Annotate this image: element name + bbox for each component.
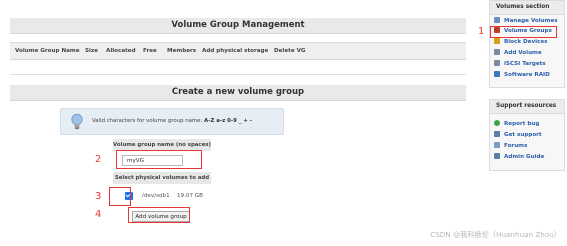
- pv-device: /dev/sdb1: [142, 193, 170, 199]
- vg-management-title: Volume Group Management: [10, 18, 466, 34]
- col-vg-name: Volume Group Name: [15, 48, 80, 54]
- marker-2: 2: [95, 154, 102, 165]
- vg-table-header: Volume Group Name Size Allocated Free Me…: [10, 42, 466, 60]
- col-free: Free: [143, 48, 157, 54]
- info-banner: Valid characters for volume group name: …: [60, 108, 284, 135]
- col-allocated: Allocated: [106, 48, 136, 54]
- watermark: CSDN @我科绝伦（Huanhuan Zhou）: [430, 230, 561, 239]
- sidebar-item-admin-guide[interactable]: Admin Guide: [494, 153, 544, 162]
- col-add-storage: Add physical storage: [202, 48, 269, 54]
- main-content: Volume Group Management Volume Group Nam…: [0, 0, 478, 246]
- sidebar-item-label: Admin Guide: [504, 154, 545, 160]
- col-delete-vg: Delete VG: [274, 48, 306, 54]
- raid-icon: [494, 71, 500, 77]
- lightbulb-icon: [71, 113, 83, 130]
- highlight-checkbox: [109, 187, 131, 206]
- support-section-title: Support resources: [490, 100, 564, 114]
- volumes-icon: [494, 17, 500, 23]
- sidebar-item-forums[interactable]: Forums: [494, 142, 527, 151]
- sidebar-item-label: Manage Volumes: [504, 18, 558, 24]
- col-members: Members: [167, 48, 197, 54]
- sidebar-item-label: Get support: [504, 132, 542, 138]
- sidebar-item-label: Forums: [504, 143, 528, 149]
- sidebar-item-label: Software RAID: [504, 72, 550, 78]
- highlight-name-input: [116, 150, 202, 169]
- sidebar-item-label: Report bug: [504, 121, 540, 127]
- support-icon: [494, 131, 500, 137]
- forums-icon: [494, 142, 500, 148]
- sidebar-item-block-devices[interactable]: Block Devices: [494, 38, 547, 47]
- guide-icon: [494, 153, 500, 159]
- volumes-section: Volumes section Manage Volumes Volume Gr…: [489, 0, 565, 88]
- sidebar-item-iscsi-targets[interactable]: iSCSI Targets: [494, 60, 546, 69]
- sidebar-item-label: iSCSI Targets: [504, 61, 546, 67]
- volumes-section-title: Volumes section: [490, 1, 564, 15]
- sidebar-item-manage-volumes[interactable]: Manage Volumes: [494, 17, 558, 26]
- create-vg-title: Create a new volume group: [10, 85, 466, 101]
- pv-size: 19.07 GB: [177, 193, 203, 199]
- col-size: Size: [85, 48, 98, 54]
- highlight-volume-groups: [490, 26, 557, 38]
- info-chars: A-Z a-z 0-9 _ + -: [204, 118, 252, 124]
- marker-1: 1: [478, 26, 485, 37]
- sidebar-item-software-raid[interactable]: Software RAID: [494, 71, 550, 80]
- sidebar: Volumes section Manage Volumes Volume Gr…: [489, 0, 567, 246]
- highlight-submit-button: [128, 207, 190, 223]
- info-text: Valid characters for volume group name: …: [92, 109, 252, 134]
- bug-icon: [494, 120, 500, 126]
- support-section: Support resources Report bug Get support…: [489, 99, 565, 171]
- sidebar-item-label: Block Devices: [504, 39, 548, 45]
- block-devices-icon: [494, 38, 500, 44]
- sidebar-item-label: Add Volume: [504, 50, 542, 56]
- pv-label: Select physical volumes to add: [113, 172, 211, 184]
- section-divider: [10, 74, 466, 75]
- info-prefix: Valid characters for volume group name:: [92, 118, 203, 124]
- sidebar-item-report-bug[interactable]: Report bug: [494, 120, 539, 129]
- marker-4: 4: [95, 209, 102, 220]
- sidebar-item-get-support[interactable]: Get support: [494, 131, 542, 140]
- add-volume-icon: [494, 49, 500, 55]
- sidebar-item-add-volume[interactable]: Add Volume: [494, 49, 542, 58]
- marker-3: 3: [95, 191, 102, 202]
- iscsi-icon: [494, 60, 500, 66]
